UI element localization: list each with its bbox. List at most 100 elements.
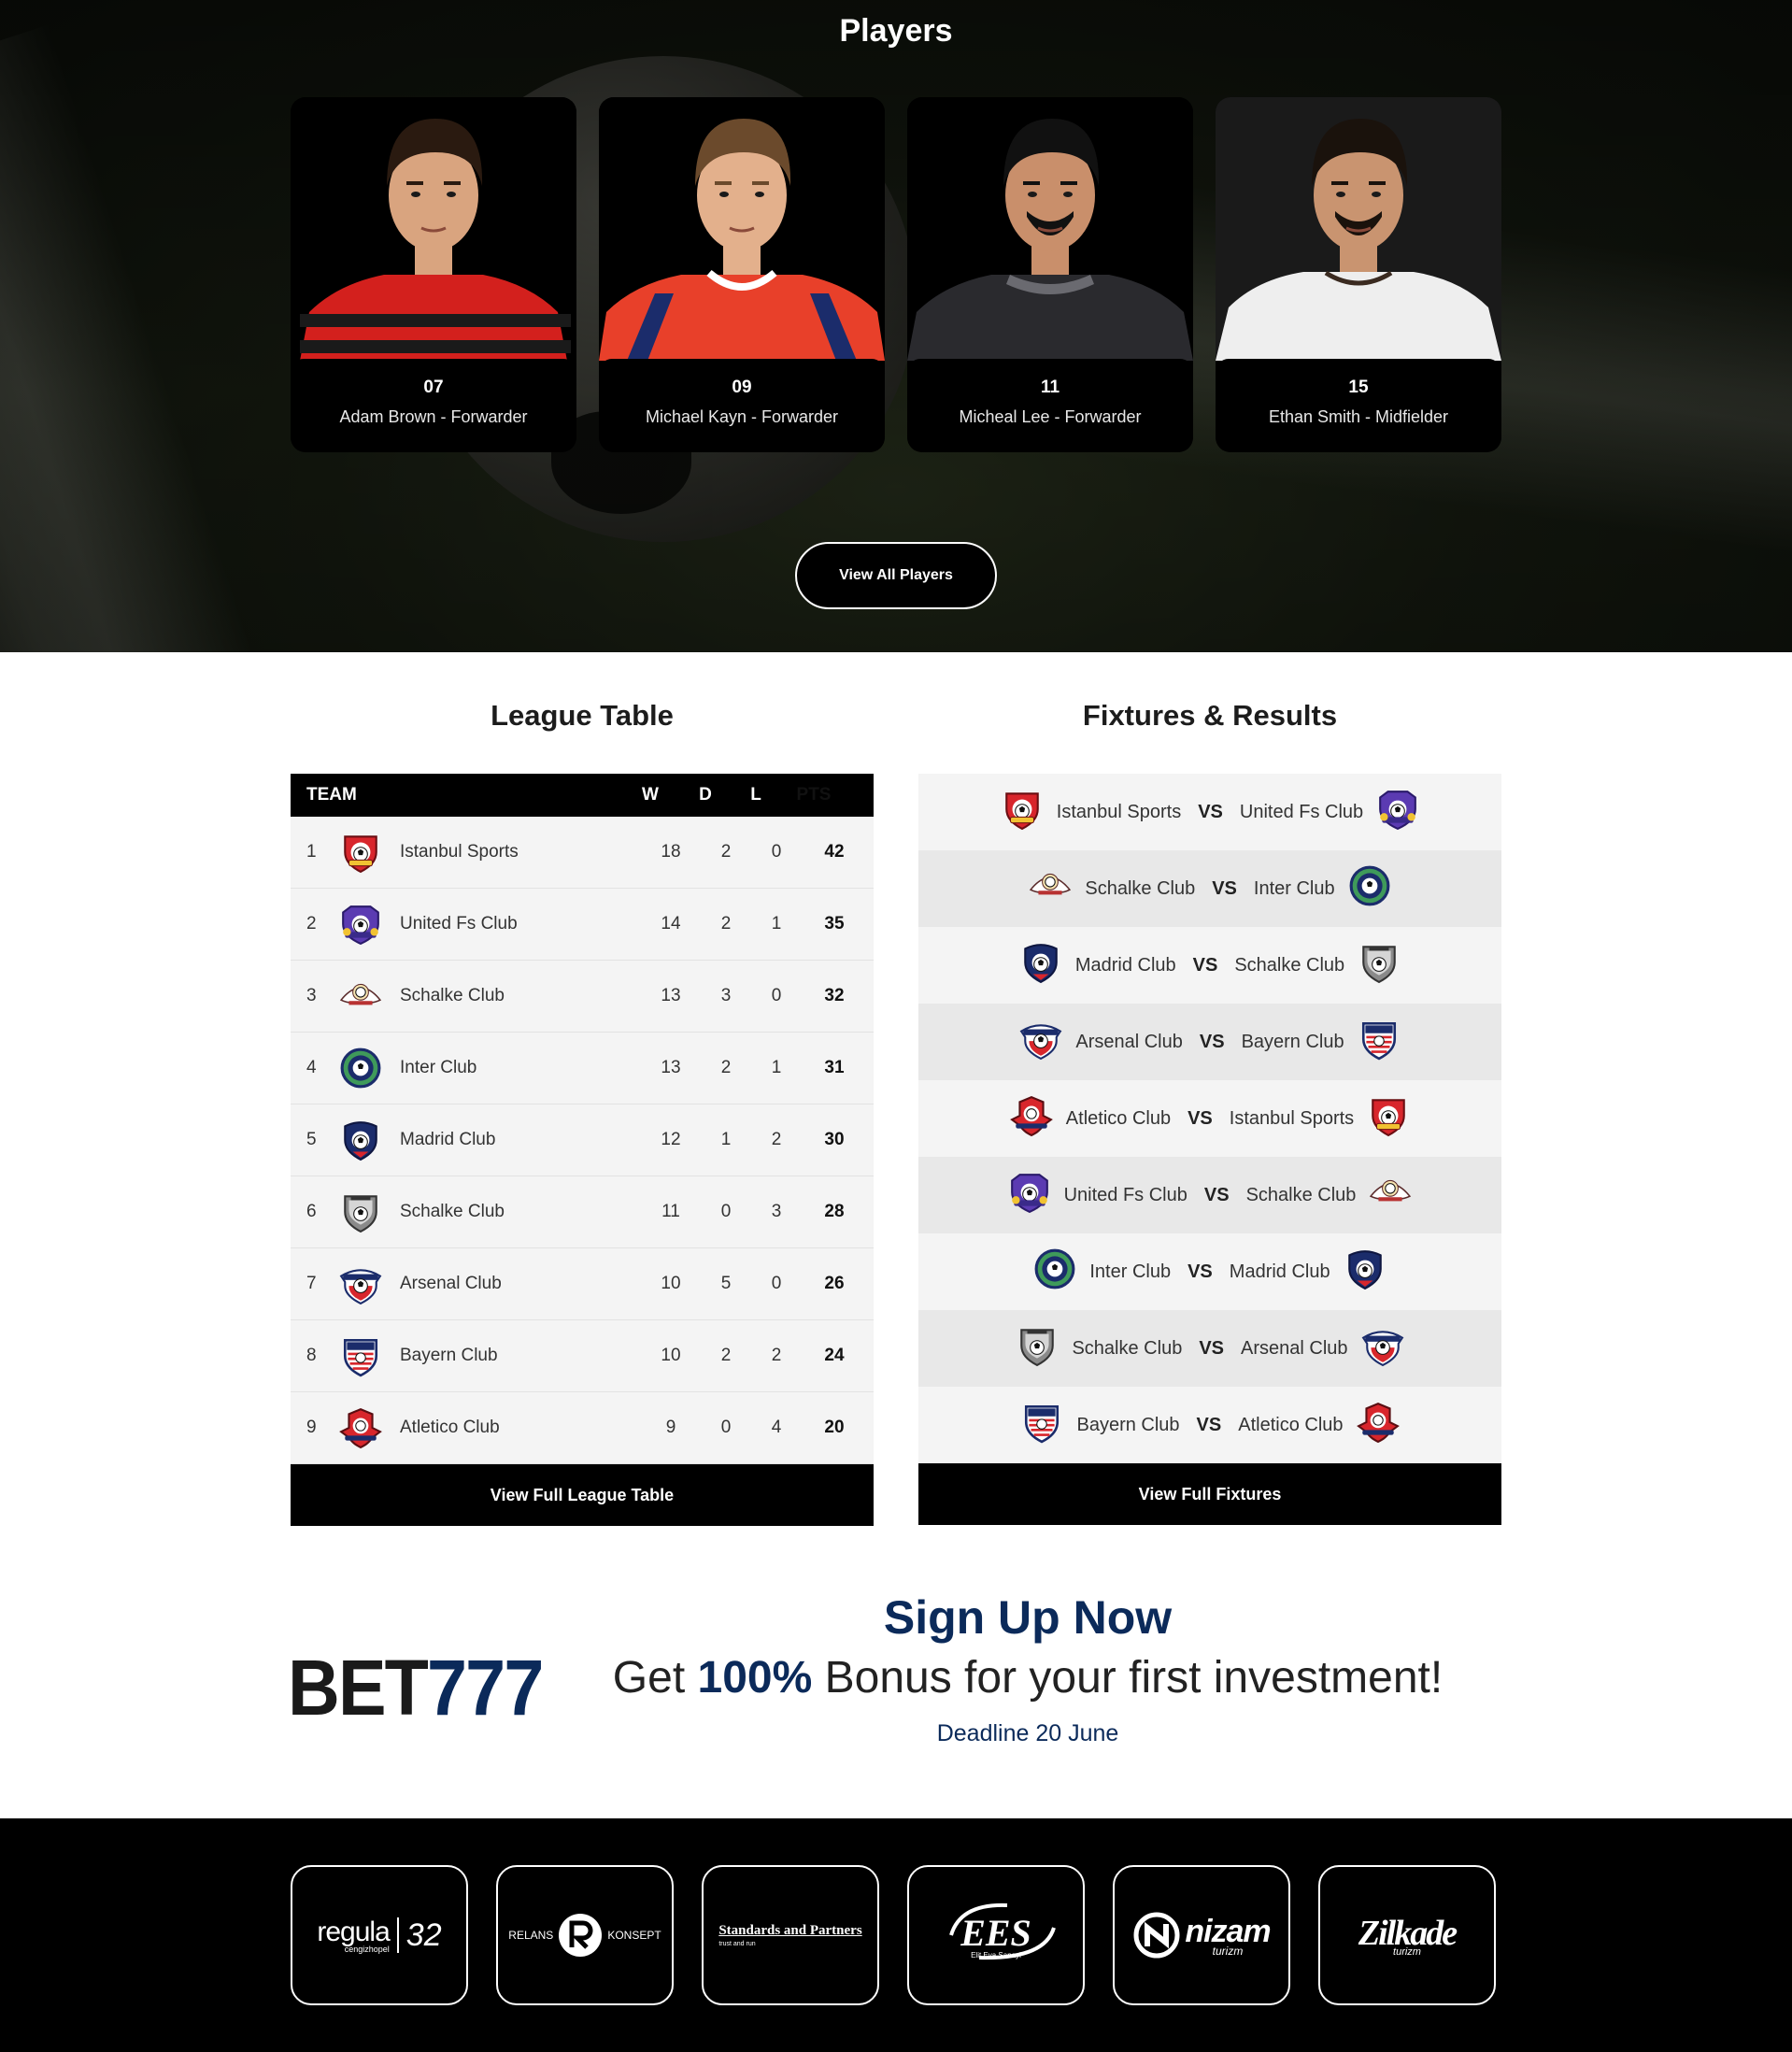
- away-crest-icon: [1367, 1094, 1410, 1143]
- table-row[interactable]: 2 United Fs Club 14 2 1 35: [291, 889, 874, 961]
- fixture-row[interactable]: Arsenal Club VS Bayern Club: [918, 1004, 1501, 1080]
- table-row[interactable]: 3 Schalke Club 13 3 0 32: [291, 961, 874, 1033]
- bet777-logo[interactable]: BET777: [288, 1643, 544, 1733]
- view-full-fixtures-button[interactable]: View Full Fixtures: [918, 1463, 1501, 1525]
- away-team: Arsenal Club: [1241, 1337, 1348, 1359]
- player-number: 07: [423, 378, 444, 397]
- team-rank: 3: [306, 986, 317, 1005]
- fixture-row[interactable]: Inter Club VS Madrid Club: [918, 1233, 1501, 1310]
- table-row[interactable]: 7 Arsenal Club 10 5 0 26: [291, 1248, 874, 1320]
- team-wins: 13: [661, 986, 681, 1005]
- team-name: Schalke Club: [400, 1202, 505, 1221]
- team-losses: 0: [771, 842, 782, 862]
- home-crest-icon: [1033, 1247, 1076, 1296]
- team-wins: 18: [661, 842, 681, 862]
- team-draws: 0: [720, 1202, 732, 1221]
- col-team: TEAM: [306, 785, 357, 805]
- home-team: Schalke Club: [1072, 1337, 1183, 1359]
- view-full-league-table-button[interactable]: View Full League Table: [291, 1464, 874, 1526]
- club-crest-icon: [327, 1262, 394, 1305]
- team-wins: 10: [661, 1274, 681, 1293]
- team-rank: 9: [306, 1418, 317, 1437]
- team-wins: 14: [661, 914, 681, 933]
- sponsor-ees[interactable]: EES Elit Eva Sanayi: [907, 1865, 1085, 2005]
- sponsor-relans-konsept[interactable]: RELANS KONSEPT: [496, 1865, 674, 2005]
- away-crest-icon: [1348, 864, 1391, 913]
- player-cards: 07 Adam Brown - Forwarder 09 Michael Kay…: [291, 97, 1501, 452]
- table-row[interactable]: 6 Schalke Club 11 0 3 28: [291, 1176, 874, 1248]
- team-points: 30: [824, 1130, 845, 1149]
- table-row[interactable]: 9 Atletico Club 9 0 4 20: [291, 1392, 874, 1464]
- player-card[interactable]: 07 Adam Brown - Forwarder: [291, 97, 576, 452]
- fixture-row[interactable]: Schalke Club VS Inter Club: [918, 850, 1501, 927]
- fixtures-title: Fixtures & Results: [1082, 699, 1338, 732]
- player-card[interactable]: 15 Ethan Smith - Midfielder: [1216, 97, 1501, 452]
- fixture-row[interactable]: United Fs Club VS Schalke Club: [918, 1157, 1501, 1233]
- signup-promo: Sign Up Now Get 100% Bonus for your firs…: [579, 1590, 1476, 1747]
- fixture-row[interactable]: Schalke Club VS Arsenal Club: [918, 1310, 1501, 1387]
- away-crest-icon: [1376, 788, 1419, 836]
- home-team: Atletico Club: [1065, 1107, 1172, 1129]
- table-row[interactable]: 4 Inter Club 13 2 1 31: [291, 1033, 874, 1104]
- player-card[interactable]: 11 Micheal Lee - Forwarder: [907, 97, 1193, 452]
- player-card[interactable]: 09 Michael Kayn - Forwarder: [599, 97, 885, 452]
- team-wins: 11: [661, 1202, 680, 1221]
- vs-label: VS: [1212, 877, 1237, 899]
- team-rank: 2: [306, 914, 317, 933]
- home-crest-icon: [1029, 864, 1072, 913]
- team-name: Arsenal Club: [400, 1274, 502, 1293]
- sponsors-footer: regula cengizhopel 32 RELANS KONSEPT Sta…: [0, 1818, 1792, 2052]
- table-row[interactable]: 1 Istanbul Sports 18 2 0 42: [291, 817, 874, 889]
- home-team: Arsenal Club: [1075, 1031, 1183, 1052]
- team-losses: 0: [771, 986, 782, 1005]
- table-row[interactable]: 5 Madrid Club 12 1 2 30: [291, 1104, 874, 1176]
- team-name: Inter Club: [400, 1058, 477, 1077]
- sponsor-standards-partners[interactable]: Standards and Partners trust and run: [702, 1865, 879, 2005]
- home-crest-icon: [1020, 1401, 1063, 1449]
- club-crest-icon: [327, 975, 394, 1018]
- club-crest-icon: [327, 1190, 394, 1233]
- vs-label: VS: [1196, 1414, 1222, 1435]
- vs-label: VS: [1199, 1031, 1225, 1052]
- team-name: Schalke Club: [400, 986, 505, 1005]
- away-crest-icon: [1361, 1324, 1404, 1373]
- away-team: Schalke Club: [1234, 954, 1345, 976]
- deadline-text: Deadline 20 June: [936, 1720, 1119, 1746]
- player-photo: [907, 97, 1193, 361]
- league-table-header: TEAM W D L PTS: [291, 774, 874, 817]
- sponsor-nizam[interactable]: nizam turizm: [1113, 1865, 1290, 2005]
- relans-logo-icon: [559, 1914, 603, 1957]
- player-photo: [599, 97, 885, 361]
- fixture-row[interactable]: Atletico Club VS Istanbul Sports: [918, 1080, 1501, 1157]
- fixture-row[interactable]: Istanbul Sports VS United Fs Club: [918, 774, 1501, 850]
- fixture-row[interactable]: Madrid Club VS Schalke Club: [918, 927, 1501, 1004]
- team-points: 32: [824, 986, 845, 1005]
- club-crest-icon: [327, 1047, 394, 1090]
- team-losses: 1: [771, 914, 782, 933]
- away-team: United Fs Club: [1239, 801, 1364, 822]
- fixture-row[interactable]: Bayern Club VS Atletico Club: [918, 1387, 1501, 1463]
- team-wins: 12: [661, 1130, 681, 1149]
- col-d: D: [699, 785, 712, 805]
- club-crest-icon: [327, 1119, 394, 1161]
- players-title: Players: [839, 13, 953, 49]
- player-name: Michael Kayn - Forwarder: [645, 407, 839, 426]
- home-crest-icon: [1019, 941, 1062, 990]
- vs-label: VS: [1198, 801, 1223, 822]
- player-name: Ethan Smith - Midfielder: [1268, 407, 1449, 426]
- view-all-players-button[interactable]: View All Players: [795, 542, 997, 609]
- home-crest-icon: [1001, 788, 1044, 836]
- col-l: L: [750, 785, 761, 805]
- fixtures-list: Istanbul Sports VS United Fs Club Schalk…: [918, 774, 1501, 1525]
- sponsor-zilkade[interactable]: Zilkade turizm: [1318, 1865, 1496, 2005]
- sponsor-regula[interactable]: regula cengizhopel 32: [291, 1865, 468, 2005]
- club-crest-icon: [327, 831, 394, 874]
- team-wins: 10: [661, 1346, 681, 1365]
- table-row[interactable]: 8 Bayern Club 10 2 2 24: [291, 1320, 874, 1392]
- team-draws: 5: [720, 1274, 732, 1293]
- vs-label: VS: [1188, 1261, 1213, 1282]
- team-losses: 0: [771, 1274, 782, 1293]
- home-team: Madrid Club: [1074, 954, 1176, 976]
- club-crest-icon: [327, 1334, 394, 1377]
- team-rank: 4: [306, 1058, 317, 1077]
